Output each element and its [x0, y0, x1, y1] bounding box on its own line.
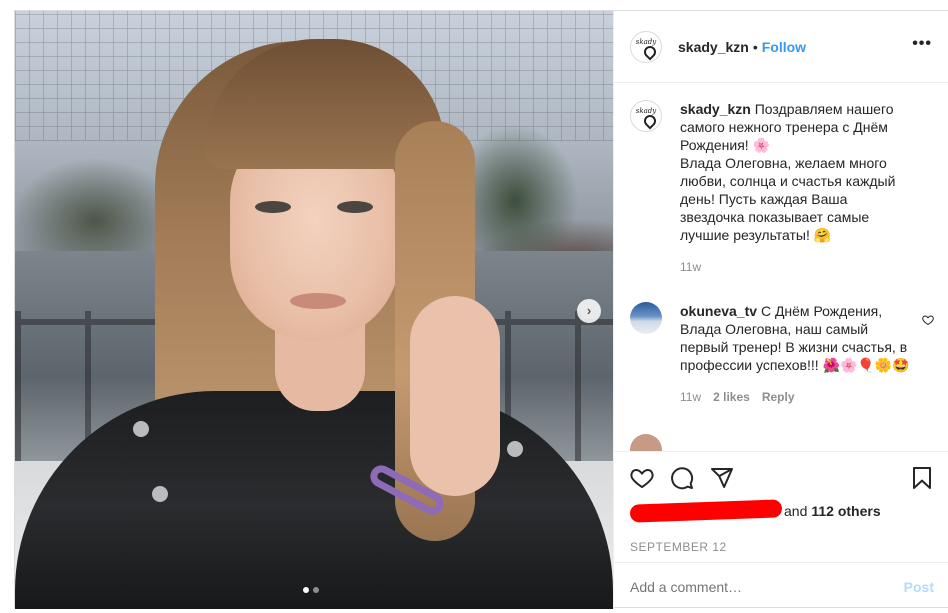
comments-section[interactable]: skady skady_kzn Поздравляем нашего самог…	[614, 84, 948, 451]
post-photo[interactable]: ›	[15, 11, 613, 609]
post-side-panel: skady skady_kzn • Follow ••• skady skady…	[613, 11, 948, 609]
caption-time[interactable]: 11w	[680, 258, 701, 276]
more-options-icon[interactable]: •••	[912, 36, 932, 52]
add-comment-input[interactable]	[630, 578, 904, 595]
subject-lips	[290, 293, 346, 309]
action-icons	[630, 466, 734, 490]
caption: skady skady_kzn Поздравляем нашего самог…	[630, 100, 934, 276]
comment-likes[interactable]: 2 likes	[713, 388, 750, 406]
commenter-avatar[interactable]	[630, 302, 662, 334]
jacket-stud	[133, 421, 149, 437]
comment-partial: ...	[630, 434, 934, 451]
caption-avatar[interactable]: skady	[630, 100, 662, 132]
carousel-dot-active	[303, 587, 309, 593]
caption-meta: 11w	[680, 258, 910, 276]
instagram-post: › skady skady_kzn • Follow ••• skady ska…	[14, 10, 948, 609]
comment-meta: 11w 2 likes Reply	[680, 388, 910, 406]
likes-line: and 112 others	[629, 499, 881, 523]
comment-icon[interactable]	[670, 466, 694, 490]
bookmark-icon[interactable]	[910, 466, 934, 490]
follow-separator: •	[752, 38, 758, 55]
next-slide-button[interactable]: ›	[577, 299, 601, 323]
add-comment-bar: Post	[614, 562, 948, 610]
carousel-dots	[303, 587, 319, 593]
carousel-dot	[313, 587, 319, 593]
chevron-right-icon: ›	[586, 303, 592, 318]
share-icon[interactable]	[710, 466, 734, 490]
heart-icon[interactable]	[630, 466, 654, 490]
post-actions: and 112 others SEPTEMBER 12 Post	[614, 451, 948, 609]
likes-others-link[interactable]: 112 others	[811, 503, 880, 519]
caption-body: skady_kzn Поздравляем нашего самого нежн…	[680, 100, 910, 276]
subject-jacket	[15, 391, 613, 609]
jacket-stud	[152, 486, 168, 502]
subject-eye-right	[337, 201, 373, 213]
commenter-avatar[interactable]	[630, 434, 662, 451]
comment-time[interactable]: 11w	[680, 388, 701, 406]
post-comment-button[interactable]: Post	[903, 578, 934, 595]
comment-body: okuneva_tv С Днём Рождения, Влада Олегов…	[680, 302, 910, 406]
comment-like-icon[interactable]	[922, 314, 934, 326]
subject-eye-left	[255, 201, 291, 213]
follow-button[interactable]: Follow	[762, 39, 806, 55]
jacket-stud	[507, 441, 523, 457]
post-date[interactable]: SEPTEMBER 12	[630, 540, 727, 554]
author-username[interactable]: skady_kzn	[678, 39, 749, 55]
caption-text: Поздравляем нашего самого нежного тренер…	[680, 101, 896, 243]
comment-username[interactable]: okuneva_tv	[680, 303, 757, 319]
reply-button[interactable]: Reply	[762, 388, 795, 406]
comment: okuneva_tv С Днём Рождения, Влада Олегов…	[630, 302, 934, 406]
redacted-likers	[629, 499, 783, 523]
comment-partial-text: ...	[680, 442, 692, 451]
caption-username[interactable]: skady_kzn	[680, 101, 751, 117]
author-avatar[interactable]: skady	[630, 30, 662, 63]
post-header: skady skady_kzn • Follow •••	[614, 11, 948, 83]
photo-subject	[15, 11, 613, 609]
likes-and: and	[784, 503, 808, 519]
subject-hand	[410, 296, 500, 496]
